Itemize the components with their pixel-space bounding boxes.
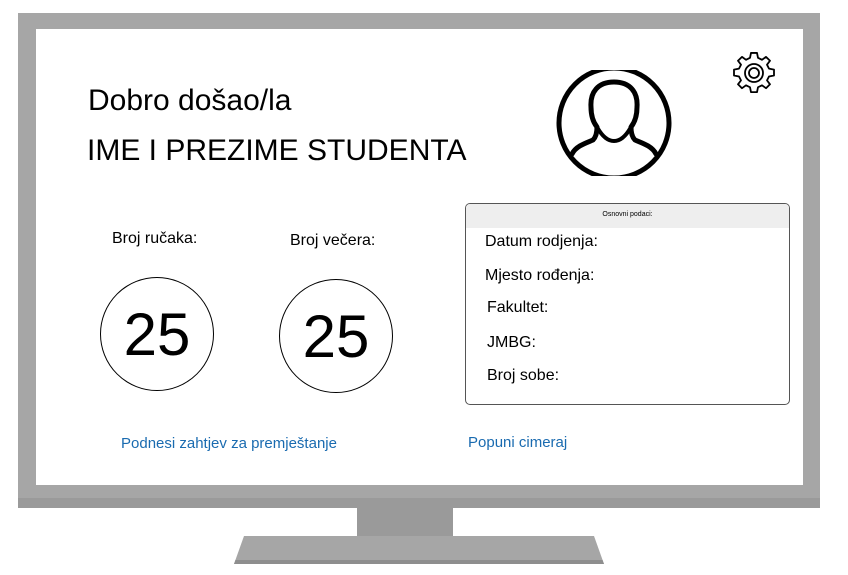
lunch-count-label: Broj ručaka: — [112, 230, 198, 247]
basic-info-title: Osnovni podaci: — [466, 204, 789, 228]
gear-icon[interactable] — [733, 52, 775, 94]
welcome-text: Dobro došao/la — [88, 84, 292, 117]
basic-info-card: Osnovni podaci: Datum rodjenja: Mjesto r… — [465, 203, 790, 405]
student-name: IME I PREZIME STUDENTA — [87, 134, 467, 167]
info-row-room-number: Broj sobe: — [487, 367, 560, 384]
monitor-stand-neck — [357, 508, 453, 536]
transfer-request-link[interactable]: Podnesi zahtjev za premještanje — [121, 436, 337, 451]
monitor-bezel-bottom — [18, 498, 820, 508]
info-row-jmbg: JMBG: — [487, 334, 536, 351]
monitor-stand-base — [234, 536, 604, 564]
info-row-birth-place: Mjesto rođenja: — [485, 267, 595, 284]
fill-roommates-link[interactable]: Popuni cimeraj — [468, 435, 567, 450]
dinner-count-label: Broj večera: — [290, 232, 376, 249]
user-avatar-icon — [556, 70, 672, 176]
lunch-count-value: 25 — [100, 277, 214, 391]
info-row-birth-date: Datum rodjenja: — [485, 233, 598, 250]
dinner-count-value: 25 — [279, 279, 393, 393]
info-row-faculty: Fakultet: — [487, 299, 549, 316]
